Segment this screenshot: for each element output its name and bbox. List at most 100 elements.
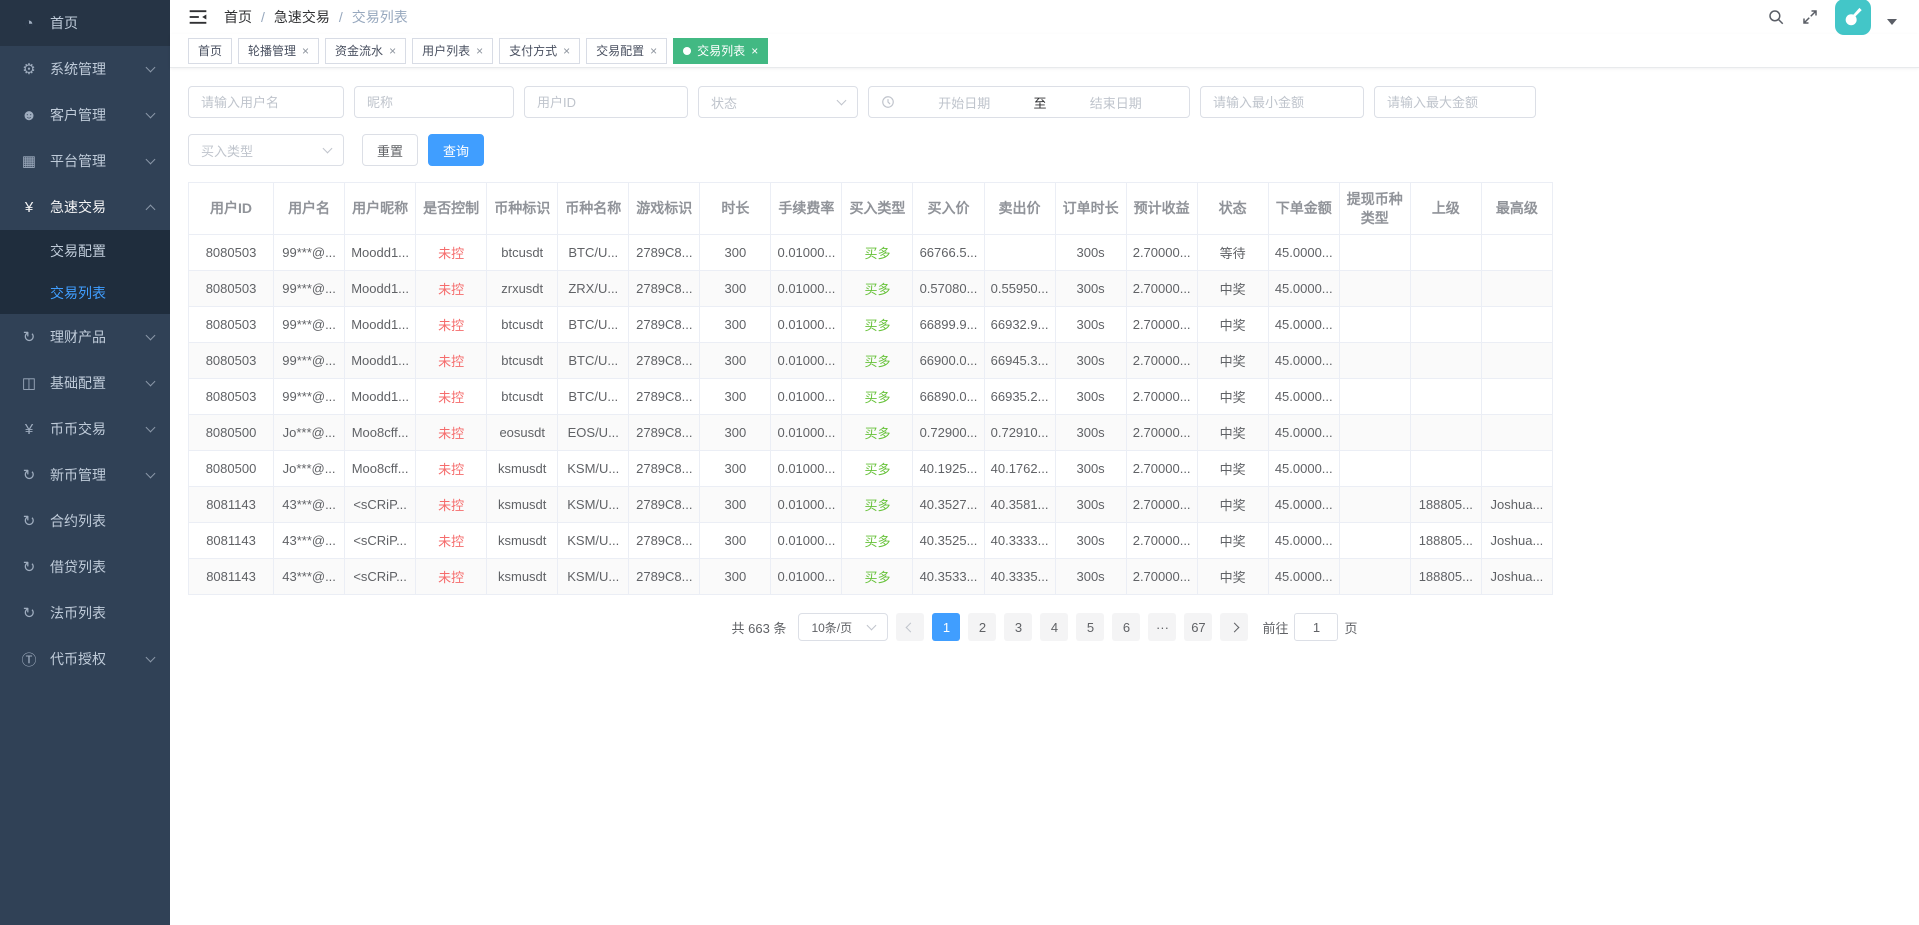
- table-cell: KSM/U...: [558, 487, 629, 523]
- table-cell: [1481, 271, 1552, 307]
- username-input[interactable]: [188, 86, 344, 118]
- sidebar-item-token-auth[interactable]: Ⓣ代币授权: [0, 636, 170, 682]
- chevron-down-icon: [323, 143, 333, 153]
- sidebar-item-fiat-list[interactable]: ↻法币列表: [0, 590, 170, 636]
- table-cell: 45.0000...: [1268, 415, 1339, 451]
- table-cell: BTC/U...: [558, 235, 629, 271]
- page-button[interactable]: 6: [1112, 613, 1140, 641]
- sidebar-item-loan-list[interactable]: ↻借贷列表: [0, 544, 170, 590]
- tab-fund-flow[interactable]: 资金流水×: [325, 38, 406, 64]
- sidebar-item-label: 法币列表: [50, 603, 154, 623]
- filter-row-1: 状态 开始日期 至 结束日期: [188, 86, 1901, 118]
- status-select[interactable]: 状态: [698, 86, 858, 118]
- table-cell: 66932.9...: [984, 307, 1055, 343]
- sidebar-item-label: 交易列表: [50, 283, 154, 303]
- table-cell: 0.01000...: [771, 451, 842, 487]
- sidebar-item-basic-config[interactable]: ◫基础配置: [0, 360, 170, 406]
- pagination: 共 663 条 10条/页 123456···67 前往 页: [170, 613, 1919, 641]
- goto-page-input[interactable]: [1294, 613, 1338, 641]
- userid-input[interactable]: [524, 86, 688, 118]
- table-cell: 等待: [1197, 235, 1268, 271]
- table-cell: 300: [700, 307, 771, 343]
- table-cell: 66935.2...: [984, 379, 1055, 415]
- close-icon[interactable]: ×: [389, 45, 396, 57]
- end-date-placeholder: 结束日期: [1055, 93, 1178, 112]
- avatar[interactable]: [1835, 0, 1871, 35]
- table-cell: 0.01000...: [771, 343, 842, 379]
- sidebar-item-trade-config[interactable]: 交易配置: [0, 230, 170, 272]
- tab-trade-config[interactable]: 交易配置×: [586, 38, 667, 64]
- sidebar-item-label: 新币管理: [50, 465, 147, 485]
- close-icon[interactable]: ×: [751, 45, 758, 57]
- tab-home[interactable]: 首页: [188, 38, 232, 64]
- sidebar-item-platform-mgmt[interactable]: ▦平台管理: [0, 138, 170, 184]
- table-cell: 买多: [842, 559, 913, 595]
- sidebar: ◔首页⚙系统管理☻客户管理▦平台管理¥急速交易交易配置交易列表 ↻理财产品◫基础配…: [0, 0, 170, 925]
- reset-button[interactable]: 重置: [362, 134, 418, 166]
- table-cell: btcusdt: [487, 307, 558, 343]
- page-size-value: 10条/页: [811, 619, 852, 636]
- close-icon[interactable]: ×: [563, 45, 570, 57]
- nickname-input[interactable]: [354, 86, 514, 118]
- table-cell: 未控: [416, 451, 487, 487]
- table-cell: 300s: [1055, 271, 1126, 307]
- tab-payment-methods[interactable]: 支付方式×: [499, 38, 580, 64]
- user-menu-caret-icon[interactable]: [1887, 19, 1897, 25]
- column-header: 手续费率: [771, 183, 842, 235]
- table-cell: 300: [700, 451, 771, 487]
- tab-trade-list[interactable]: 交易列表×: [673, 38, 768, 64]
- tab-user-list[interactable]: 用户列表×: [412, 38, 493, 64]
- table-cell: 0.01000...: [771, 487, 842, 523]
- prev-page-button[interactable]: [896, 613, 924, 641]
- page-button[interactable]: 4: [1040, 613, 1068, 641]
- sidebar-item-new-coin-mgmt[interactable]: ↻新币管理: [0, 452, 170, 498]
- table-cell: 2.70000...: [1126, 379, 1197, 415]
- sidebar-item-system-mgmt[interactable]: ⚙系统管理: [0, 46, 170, 92]
- close-icon[interactable]: ×: [476, 45, 483, 57]
- sidebar-toggle-icon[interactable]: [188, 8, 208, 26]
- table-cell: [1410, 235, 1481, 271]
- min-amount-input[interactable]: [1200, 86, 1364, 118]
- table-cell: 8081143: [189, 523, 274, 559]
- page-button[interactable]: 67: [1184, 613, 1212, 641]
- column-header: 是否控制: [416, 183, 487, 235]
- sidebar-item-express-trade[interactable]: ¥急速交易: [0, 184, 170, 230]
- sidebar-item-customer-mgmt[interactable]: ☻客户管理: [0, 92, 170, 138]
- sidebar-item-contract-list[interactable]: ↻合约列表: [0, 498, 170, 544]
- table-cell: Moodd1...: [345, 307, 416, 343]
- breadcrumb-item[interactable]: 首页: [224, 7, 252, 27]
- next-page-button[interactable]: [1220, 613, 1248, 641]
- sidebar-item-trade-list[interactable]: 交易列表: [0, 272, 170, 314]
- page-size-select[interactable]: 10条/页: [798, 613, 888, 641]
- close-icon[interactable]: ×: [302, 45, 309, 57]
- sidebar-item-wealth-products[interactable]: ↻理财产品: [0, 314, 170, 360]
- max-amount-input[interactable]: [1374, 86, 1536, 118]
- close-icon[interactable]: ×: [650, 45, 657, 57]
- page-button[interactable]: 3: [1004, 613, 1032, 641]
- table-cell: 300: [700, 559, 771, 595]
- page-button[interactable]: 5: [1076, 613, 1104, 641]
- table-cell: 40.3533...: [913, 559, 984, 595]
- page-button[interactable]: 2: [968, 613, 996, 641]
- tab-label: 首页: [198, 42, 222, 59]
- search-icon[interactable]: [1767, 8, 1785, 26]
- table-cell: BTC/U...: [558, 307, 629, 343]
- page-button[interactable]: 1: [932, 613, 960, 641]
- page-ellipsis[interactable]: ···: [1148, 613, 1176, 641]
- breadcrumb-item[interactable]: 急速交易: [274, 7, 330, 27]
- fullscreen-icon[interactable]: [1801, 8, 1819, 26]
- date-range-picker[interactable]: 开始日期 至 结束日期: [868, 86, 1190, 118]
- table-cell: 8080503: [189, 235, 274, 271]
- search-button[interactable]: 查询: [428, 134, 484, 166]
- tab-banner-mgmt[interactable]: 轮播管理×: [238, 38, 319, 64]
- sidebar-item-home[interactable]: ◔首页: [0, 0, 170, 46]
- sidebar-item-coin-trade[interactable]: ¥币币交易: [0, 406, 170, 452]
- table-cell: 2.70000...: [1126, 343, 1197, 379]
- table-cell: 中奖: [1197, 415, 1268, 451]
- buy-type-select[interactable]: 买入类型: [188, 134, 344, 166]
- chevron-down-icon: [146, 330, 156, 340]
- table-cell: 买多: [842, 487, 913, 523]
- table-cell: btcusdt: [487, 235, 558, 271]
- table-cell: [1410, 307, 1481, 343]
- table-row: 808050399***@...Moodd1...未控btcusdtBTC/U.…: [189, 307, 1553, 343]
